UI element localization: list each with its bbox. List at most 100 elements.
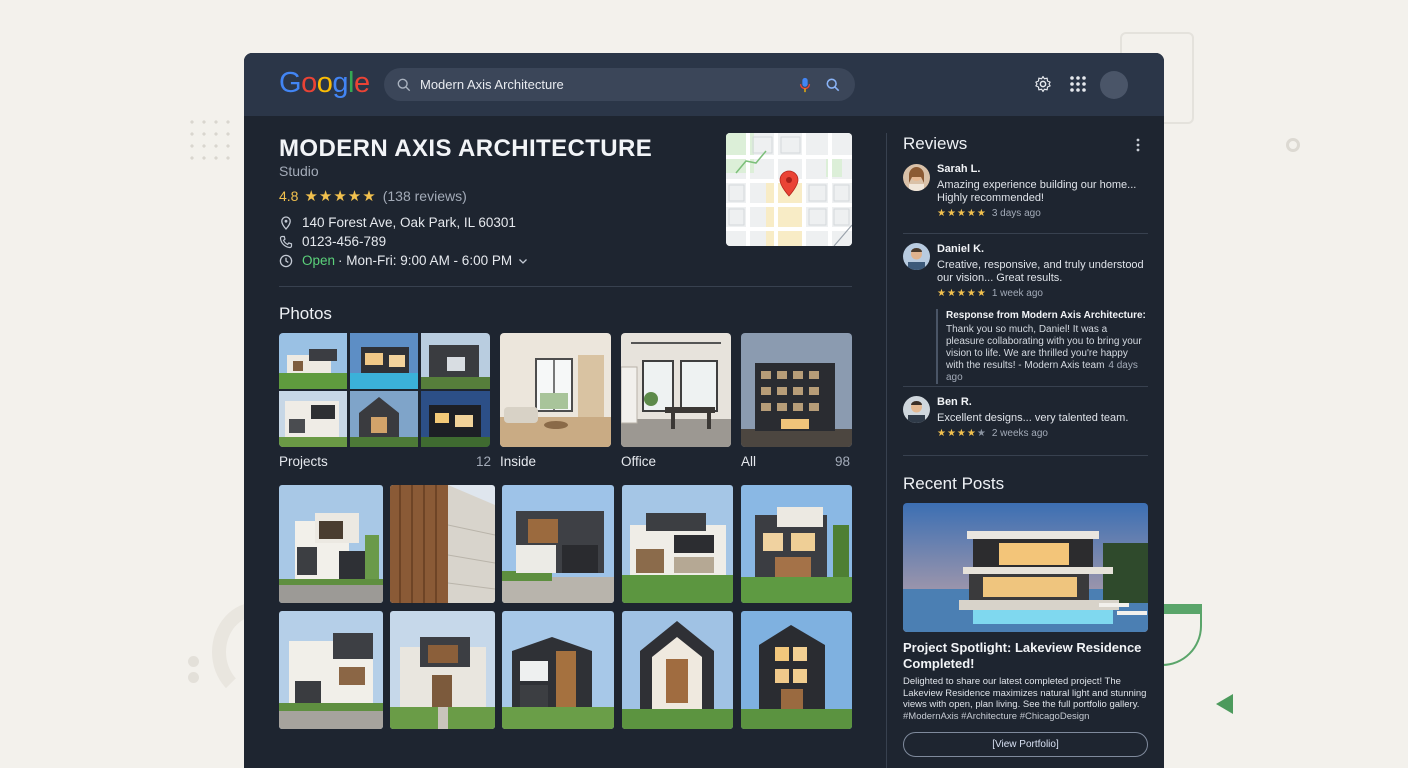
reviewer-name: Ben R. bbox=[937, 396, 972, 408]
divider bbox=[279, 286, 852, 287]
photo-thumbnail[interactable] bbox=[741, 485, 852, 603]
review-text: Creative, responsive, and truly understo… bbox=[937, 259, 1144, 284]
reviewer-avatar bbox=[903, 396, 930, 423]
phone-row[interactable]: 0123-456-789 bbox=[279, 234, 386, 249]
bg-dot bbox=[188, 656, 199, 667]
google-logo[interactable]: Google bbox=[279, 67, 370, 100]
review-item[interactable]: Daniel K. Creative, responsive, and trul… bbox=[903, 243, 1148, 303]
rating-value: 4.8 bbox=[279, 188, 299, 204]
column-divider bbox=[886, 133, 887, 768]
review-item[interactable]: Ben R. Excellent designs... very talente… bbox=[903, 396, 1148, 446]
house-photo bbox=[622, 485, 733, 603]
photo-thumbnail[interactable] bbox=[279, 485, 383, 603]
projects-collage bbox=[279, 333, 490, 447]
photo-category-office[interactable] bbox=[621, 333, 731, 447]
gear-icon[interactable] bbox=[1034, 75, 1052, 93]
mic-icon[interactable] bbox=[798, 77, 812, 93]
photo-category-count: 98 bbox=[835, 454, 851, 469]
map-thumbnail[interactable] bbox=[726, 133, 852, 246]
house-photo bbox=[741, 611, 852, 729]
bg-green-triangle bbox=[1216, 694, 1233, 714]
bg-dot bbox=[188, 672, 199, 683]
house-photo bbox=[741, 485, 852, 603]
photo-category-label: Inside bbox=[500, 454, 537, 469]
more-options-icon[interactable] bbox=[1136, 138, 1140, 152]
bg-ring bbox=[1286, 138, 1300, 152]
all-photos-thumb bbox=[741, 333, 852, 447]
inside-photo bbox=[500, 333, 611, 447]
logo-letter: e bbox=[353, 67, 370, 99]
photo-category-inside[interactable] bbox=[500, 333, 611, 447]
bg-green-shape bbox=[1160, 604, 1202, 666]
house-photo bbox=[622, 611, 733, 729]
owner-response: Response from Modern Axis Architecture: … bbox=[936, 309, 1146, 384]
lens-search-icon[interactable] bbox=[826, 78, 840, 92]
view-portfolio-button[interactable]: [View Portfolio] bbox=[903, 732, 1148, 757]
lakeview-residence-photo bbox=[903, 503, 1148, 632]
photo-thumbnail[interactable] bbox=[622, 611, 733, 729]
photo-thumbnail[interactable] bbox=[390, 485, 495, 603]
account-avatar[interactable] bbox=[1100, 71, 1128, 99]
post-image[interactable] bbox=[903, 503, 1148, 632]
hours-text: · Mon-Fri: 9:00 AM - 6:00 PM bbox=[338, 253, 513, 268]
photo-category-label: Projects bbox=[279, 454, 328, 469]
chevron-down-icon[interactable] bbox=[518, 256, 528, 266]
response-heading: Response from Modern Axis Architecture: bbox=[946, 310, 1146, 321]
review-stars: ★★★★★ bbox=[937, 208, 987, 219]
clock-icon bbox=[279, 254, 293, 267]
photo-category-projects[interactable] bbox=[279, 333, 490, 447]
search-input[interactable] bbox=[420, 77, 798, 92]
divider bbox=[903, 386, 1148, 387]
review-meta: ★★★★★ 2 weeks ago bbox=[937, 428, 1048, 439]
wood-facade-photo bbox=[390, 485, 495, 603]
reviewer-name: Daniel K. bbox=[937, 243, 985, 255]
rating-stars: ★★★★★ bbox=[304, 188, 377, 205]
photo-thumbnail[interactable] bbox=[390, 611, 495, 729]
photo-thumbnail[interactable] bbox=[741, 611, 852, 729]
post-title[interactable]: Project Spotlight: Lakeview Residence Co… bbox=[903, 640, 1148, 672]
search-results-window: Google MODERN AXIS ARCHITECTURE Studio 4… bbox=[244, 53, 1164, 768]
photo-thumbnail[interactable] bbox=[502, 611, 614, 729]
search-icon bbox=[397, 78, 411, 91]
photo-category-label: Office bbox=[621, 454, 657, 469]
photos-heading: Photos bbox=[279, 304, 332, 323]
review-time: 2 weeks ago bbox=[991, 428, 1048, 439]
address-text: 140 Forest Ave, Oak Park, IL 60301 bbox=[302, 215, 516, 230]
business-category: Studio bbox=[279, 163, 319, 179]
logo-letter: G bbox=[279, 67, 302, 99]
post-body: Delighted to share our latest completed … bbox=[903, 676, 1155, 722]
photo-category-all[interactable] bbox=[741, 333, 852, 447]
house-photo bbox=[279, 485, 383, 603]
hours-row[interactable]: Open · Mon-Fri: 9:00 AM - 6:00 PM bbox=[279, 253, 528, 268]
review-time: 3 days ago bbox=[991, 208, 1041, 219]
rating-row[interactable]: 4.8 ★★★★★ (138 reviews) bbox=[279, 187, 467, 205]
reviewer-name: Sarah L. bbox=[937, 163, 981, 175]
photo-category-label: All bbox=[741, 454, 757, 469]
office-photo bbox=[621, 333, 731, 447]
review-stars: ★★★★★ bbox=[937, 288, 987, 299]
divider bbox=[903, 455, 1148, 456]
photo-thumbnail[interactable] bbox=[502, 485, 614, 603]
apps-grid-icon[interactable] bbox=[1069, 75, 1087, 93]
logo-letter: g bbox=[332, 67, 348, 99]
post-text: Delighted to share our latest completed … bbox=[903, 676, 1147, 710]
reviews-count: (138 reviews) bbox=[382, 188, 467, 204]
map-graphic bbox=[726, 133, 852, 246]
phone-text: 0123-456-789 bbox=[302, 234, 387, 249]
post-tags[interactable]: #ModernAxis #Architecture #ChicagoDesign bbox=[903, 711, 1089, 722]
photo-thumbnail[interactable] bbox=[279, 611, 383, 729]
location-pin-icon bbox=[281, 215, 291, 230]
reviewer-avatar bbox=[903, 243, 930, 270]
divider bbox=[903, 233, 1148, 234]
reviews-heading: Reviews bbox=[903, 134, 968, 153]
bg-dot-grid bbox=[186, 116, 236, 162]
response-body: Thank you so much, Daniel! It was a plea… bbox=[946, 324, 1146, 384]
photo-category-count: 12 bbox=[476, 454, 492, 469]
photo-thumbnail[interactable] bbox=[622, 485, 733, 603]
phone-icon bbox=[279, 235, 293, 248]
review-text: Amazing experience building our home... … bbox=[937, 179, 1137, 204]
address-row[interactable]: 140 Forest Ave, Oak Park, IL 60301 bbox=[279, 215, 516, 230]
review-item[interactable]: Sarah L. Amazing experience building our… bbox=[903, 163, 1148, 233]
review-meta: ★★★★★ 3 days ago bbox=[937, 208, 1041, 219]
house-photo bbox=[279, 611, 383, 729]
